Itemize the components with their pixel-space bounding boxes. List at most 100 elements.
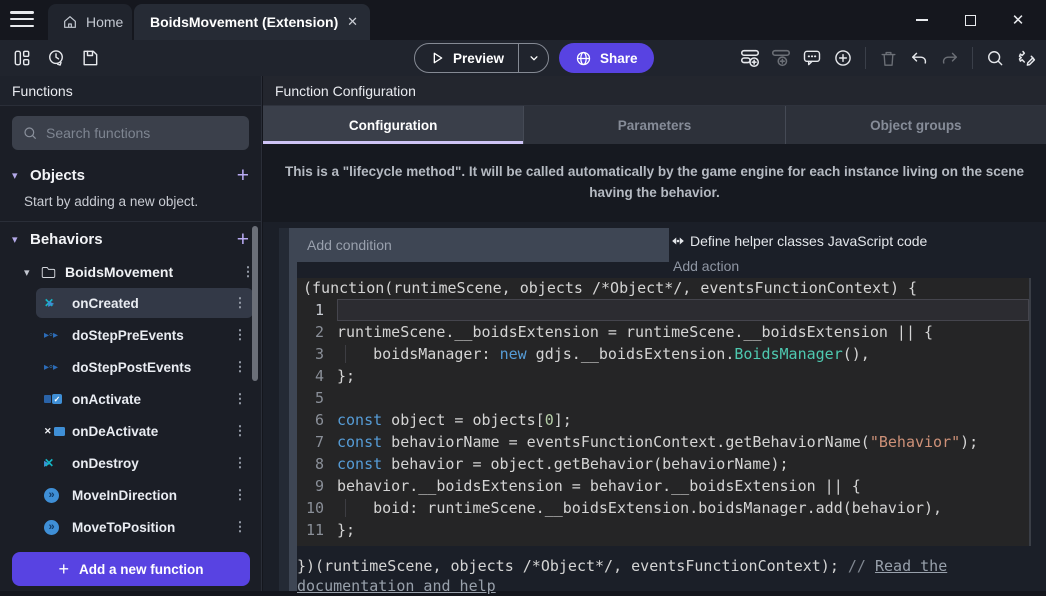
group-label: BoidsMovement xyxy=(63,264,228,280)
add-subevent-icon[interactable] xyxy=(767,45,795,71)
objects-section-header[interactable]: ▾ Objects + xyxy=(0,158,261,192)
function-item-ondeactivate[interactable]: ✕ onDeActivate ⋮ xyxy=(36,416,253,446)
function-item-ondestroy[interactable]: ▸✕ onDestroy ⋮ xyxy=(36,448,253,478)
destroy-icon: ▸✕ xyxy=(44,456,68,470)
kebab-menu-icon[interactable]: ⋮ xyxy=(227,359,253,375)
tab-parameters[interactable]: Parameters xyxy=(524,106,785,144)
function-item-onactivate[interactable]: ✓ onActivate ⋮ xyxy=(36,384,253,414)
tab-configuration[interactable]: Configuration xyxy=(263,106,524,144)
sidebar-title: Functions xyxy=(0,76,261,106)
kebab-menu-icon[interactable]: ⋮ xyxy=(227,519,253,535)
sidebar-scrollbar[interactable] xyxy=(252,226,258,381)
kebab-menu-icon[interactable]: ⋮ xyxy=(227,295,253,311)
tab-object-groups[interactable]: Object groups xyxy=(786,106,1046,144)
project-manager-icon[interactable] xyxy=(8,45,36,71)
add-function-label: Add a new function xyxy=(79,562,204,577)
history-icon[interactable] xyxy=(42,45,70,71)
toolbar-divider xyxy=(972,47,973,69)
toolbar-divider xyxy=(865,47,866,69)
code-line[interactable]: 9behavior.__boidsExtension = behavior.__… xyxy=(297,475,1029,497)
add-behavior-button[interactable]: + xyxy=(237,229,249,250)
kebab-menu-icon[interactable]: ⋮ xyxy=(227,327,253,343)
chevron-down-icon[interactable]: ▾ xyxy=(12,233,22,246)
close-tab-icon[interactable]: ✕ xyxy=(347,14,358,30)
globe-icon xyxy=(575,50,592,67)
code-lines: 12runtimeScene.__boidsExtension = runtim… xyxy=(297,299,1029,541)
code-line[interactable]: 8const behavior = object.getBehavior(beh… xyxy=(297,453,1029,475)
search-input[interactable] xyxy=(46,125,226,141)
add-event-icon[interactable] xyxy=(736,45,764,71)
panel-title: Function Configuration xyxy=(263,76,1046,106)
minimize-icon[interactable] xyxy=(912,10,932,30)
oncreated-icon: ✕▸ xyxy=(44,296,68,310)
tab-boidsmovement[interactable]: BoidsMovement (Extension) ✕ xyxy=(134,4,370,40)
add-circle-icon[interactable] xyxy=(829,45,857,71)
action-cell: Define helper classes JavaScript code Ad… xyxy=(669,228,1031,278)
kebab-menu-icon[interactable]: ⋮ xyxy=(227,423,253,439)
search-functions-box[interactable] xyxy=(12,116,249,150)
search-events-icon[interactable] xyxy=(981,45,1009,71)
preview-dropdown-button[interactable] xyxy=(518,44,548,72)
deactivate-icon: ✕ xyxy=(44,426,68,437)
lifecycle-info-text: This is a "lifecycle method". It will be… xyxy=(285,162,1025,204)
share-button[interactable]: Share xyxy=(559,43,654,73)
tab-home[interactable]: Home xyxy=(48,4,132,40)
home-tab-label: Home xyxy=(86,14,123,30)
code-line[interactable]: 5 xyxy=(297,387,1029,409)
undo-icon[interactable] xyxy=(905,45,933,71)
behaviors-section-label: Behaviors xyxy=(30,231,229,248)
chevron-down-icon[interactable]: ▾ xyxy=(24,266,34,279)
code-line[interactable]: 7const behaviorName = eventsFunctionCont… xyxy=(297,431,1029,453)
window-close-icon[interactable]: ✕ xyxy=(1008,10,1028,30)
play-icon xyxy=(429,50,445,66)
code-line[interactable]: 6const object = objects[0]; xyxy=(297,409,1029,431)
window-controls: ✕ xyxy=(912,0,1046,40)
function-configuration-panel: Function Configuration Configuration Par… xyxy=(263,76,1046,591)
chevron-down-icon[interactable]: ▾ xyxy=(12,169,22,182)
kebab-menu-icon[interactable]: ⋮ xyxy=(227,455,253,471)
kebab-menu-icon[interactable]: ⋮ xyxy=(227,391,253,407)
add-object-button[interactable]: + xyxy=(237,165,249,186)
functions-sidebar: Functions ▾ Objects + Start by adding a … xyxy=(0,76,262,591)
preview-label: Preview xyxy=(453,51,504,66)
maximize-icon[interactable] xyxy=(960,10,980,30)
function-item-movetoposition[interactable]: » MoveToPosition ⋮ xyxy=(36,512,253,542)
search-icon xyxy=(22,125,38,141)
code-line[interactable]: 2runtimeScene.__boidsExtension = runtime… xyxy=(297,321,1029,343)
code-line[interactable]: 1 xyxy=(297,299,1029,321)
behavior-group-boidsmovement[interactable]: ▾ BoidsMovement ⋮ xyxy=(0,256,261,288)
function-item-dosteppostevents[interactable]: ▸◦▸ doStepPostEvents ⋮ xyxy=(36,352,253,382)
add-new-function-button[interactable]: + Add a new function xyxy=(12,552,250,586)
function-item-moveindirection[interactable]: » MoveInDirection ⋮ xyxy=(36,480,253,510)
code-line[interactable]: 10 boid: runtimeScene.__boidsExtension.b… xyxy=(297,497,1029,519)
function-item-dostherpreevents[interactable]: ▸◦▸ doStepPreEvents ⋮ xyxy=(36,320,253,350)
kebab-menu-icon[interactable]: ⋮ xyxy=(227,487,253,503)
folder-icon xyxy=(41,266,56,279)
add-condition-cell[interactable]: Add condition xyxy=(297,228,669,262)
lifecycle-info: This is a "lifecycle method". It will be… xyxy=(263,144,1046,222)
hamburger-menu-icon[interactable] xyxy=(10,11,34,29)
delete-icon[interactable] xyxy=(874,45,902,71)
save-icon[interactable] xyxy=(76,45,104,71)
function-item-oncreated[interactable]: ✕▸ onCreated ⋮ xyxy=(36,288,253,318)
code-line[interactable]: 4}; xyxy=(297,365,1029,387)
extension-edit-icon[interactable] xyxy=(1012,45,1040,71)
titlebar: Home BoidsMovement (Extension) ✕ ✕ xyxy=(0,0,1046,40)
code-line[interactable]: 3 boidsManager: new gdjs.__boidsExtensio… xyxy=(297,343,1029,365)
events-sheet: Add condition Define helper classes Java… xyxy=(263,222,1046,591)
move-icon: » xyxy=(44,520,68,535)
javascript-code-editor[interactable]: (function(runtimeScene, objects /*Object… xyxy=(297,278,1031,546)
move-icon: » xyxy=(44,488,68,503)
behaviors-section-header[interactable]: ▾ Behaviors + xyxy=(0,222,261,256)
code-wrapper-footer: })(runtimeScene, objects /*Object*/, eve… xyxy=(297,556,1017,596)
add-comment-icon[interactable] xyxy=(798,45,826,71)
redo-icon[interactable] xyxy=(936,45,964,71)
document-tab-label: BoidsMovement (Extension) xyxy=(150,14,338,30)
preview-button[interactable]: Preview xyxy=(414,43,549,73)
plus-icon: + xyxy=(58,559,69,580)
code-line[interactable]: 11}; xyxy=(297,519,1029,541)
add-action-cell[interactable]: Add action xyxy=(669,253,1031,278)
activate-icon: ✓ xyxy=(44,394,68,404)
configuration-tabs: Configuration Parameters Object groups xyxy=(263,106,1046,144)
js-code-icon xyxy=(671,235,685,247)
